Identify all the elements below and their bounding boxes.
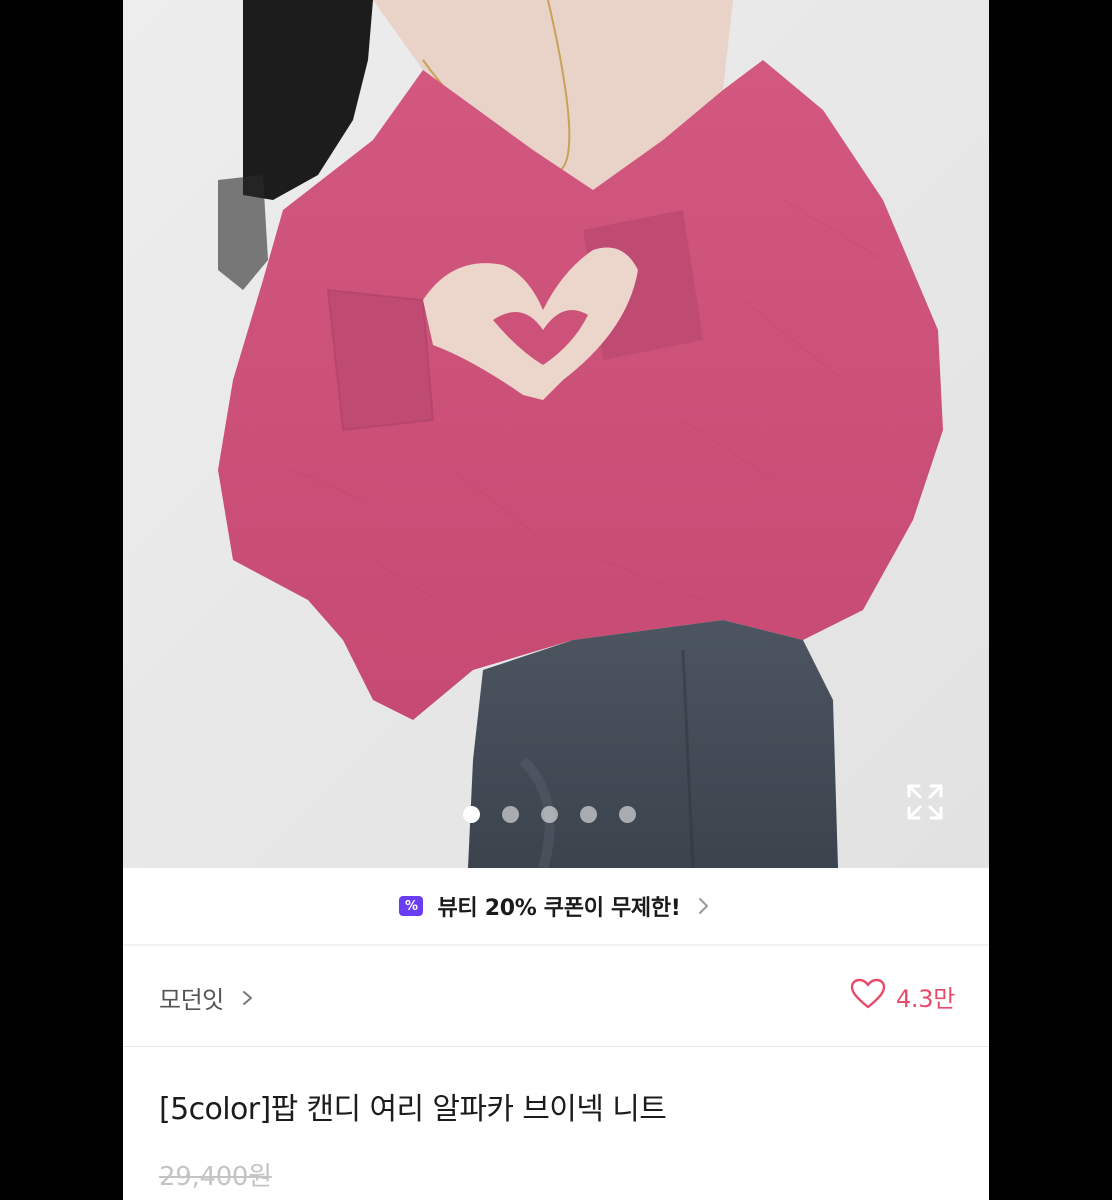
- product-title: [5color]팝 캔디 여리 알파카 브이넥 니트: [159, 1092, 667, 1127]
- product-image[interactable]: [123, 0, 989, 868]
- carousel-dot[interactable]: [541, 806, 558, 823]
- coupon-banner[interactable]: % 뷰티 20% 쿠폰이 무제한!: [123, 868, 989, 944]
- percent-coupon-icon: %: [399, 896, 424, 916]
- chevron-right-icon: [693, 896, 713, 916]
- carousel-dot[interactable]: [580, 806, 597, 823]
- original-price: 29,400원: [159, 1162, 272, 1192]
- coupon-banner-text: 뷰티 20% 쿠폰이 무제한!: [437, 896, 681, 921]
- carousel-indicator: [463, 806, 636, 823]
- product-detail-screen: % 뷰티 20% 쿠폰이 무제한! 모던잇 4.3만 [5color]팝 캔디 …: [123, 0, 989, 1200]
- chevron-right-icon: [240, 989, 256, 1007]
- brand-name: 모던잇: [159, 986, 224, 1014]
- carousel-dot-active[interactable]: [463, 806, 480, 823]
- expand-icon[interactable]: [905, 782, 945, 822]
- divider: [123, 1046, 989, 1047]
- carousel-dot[interactable]: [619, 806, 636, 823]
- brand-link[interactable]: 모던잇: [159, 980, 256, 1015]
- product-photo-illustration: [123, 0, 989, 868]
- like-button[interactable]: 4.3만: [850, 978, 955, 1014]
- heart-icon: [850, 978, 886, 1014]
- carousel-dot[interactable]: [502, 806, 519, 823]
- like-count: 4.3만: [895, 984, 955, 1013]
- brand-row: 모던잇 4.3만: [123, 946, 989, 1046]
